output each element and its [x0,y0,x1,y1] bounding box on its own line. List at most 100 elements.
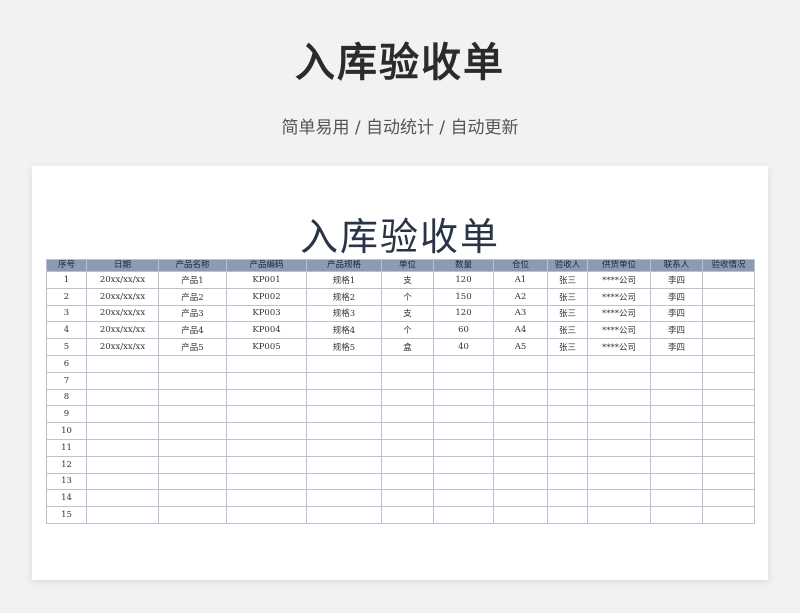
table-cell[interactable]: 40 [433,338,494,356]
table-cell[interactable] [306,489,382,508]
table-cell[interactable]: A2 [493,287,548,306]
table-cell[interactable]: 20xx/xx/xx [86,321,159,340]
table-cell[interactable]: 20xx/xx/xx [86,304,159,323]
table-cell[interactable] [86,422,159,440]
table-cell[interactable] [650,506,703,524]
table-cell[interactable] [306,405,382,424]
table-cell[interactable] [306,354,382,373]
table-cell[interactable]: 张三 [547,304,588,323]
table-cell[interactable] [86,455,159,474]
table-cell[interactable] [433,422,494,440]
table-cell[interactable] [226,371,307,390]
row-index-cell[interactable]: 13 [46,472,87,491]
table-cell[interactable] [702,338,755,356]
table-cell[interactable] [587,371,651,390]
table-cell[interactable]: 李四 [650,271,703,289]
table-cell[interactable]: 张三 [547,338,588,356]
table-cell[interactable] [650,371,703,390]
table-cell[interactable] [493,405,548,424]
table-cell[interactable]: 产品3 [158,304,227,323]
table-cell[interactable] [702,304,755,323]
table-cell[interactable] [381,506,434,524]
table-cell[interactable] [650,388,703,407]
row-index-cell[interactable]: 14 [46,489,87,508]
table-cell[interactable] [493,388,548,407]
row-index-cell[interactable]: 5 [46,338,87,356]
table-cell[interactable] [86,506,159,524]
table-cell[interactable] [158,438,227,457]
table-cell[interactable]: ****公司 [587,304,651,323]
table-cell[interactable]: 规格3 [306,304,382,323]
table-cell[interactable] [381,472,434,491]
table-cell[interactable]: ****公司 [587,338,651,356]
row-index-cell[interactable]: 2 [46,287,87,306]
table-cell[interactable]: 产品5 [158,338,227,356]
table-cell[interactable] [226,388,307,407]
table-cell[interactable] [493,489,548,508]
table-cell[interactable]: 120 [433,271,494,289]
table-cell[interactable] [86,489,159,508]
row-index-cell[interactable]: 9 [46,405,87,424]
table-cell[interactable] [158,354,227,373]
table-cell[interactable] [587,405,651,424]
table-cell[interactable] [587,455,651,474]
table-cell[interactable] [650,354,703,373]
table-cell[interactable] [226,438,307,457]
table-cell[interactable] [381,422,434,440]
table-cell[interactable] [433,371,494,390]
table-cell[interactable] [547,438,588,457]
table-cell[interactable] [306,455,382,474]
table-cell[interactable] [381,438,434,457]
table-cell[interactable]: 张三 [547,287,588,306]
table-cell[interactable] [306,506,382,524]
table-cell[interactable]: KP005 [226,338,307,356]
table-cell[interactable] [158,472,227,491]
table-cell[interactable] [433,405,494,424]
table-cell[interactable] [381,405,434,424]
table-cell[interactable] [650,455,703,474]
table-cell[interactable] [650,489,703,508]
table-cell[interactable] [381,489,434,508]
table-cell[interactable] [493,354,548,373]
table-cell[interactable] [587,472,651,491]
table-cell[interactable] [493,371,548,390]
table-cell[interactable] [547,506,588,524]
table-cell[interactable] [158,489,227,508]
table-cell[interactable] [702,371,755,390]
table-cell[interactable] [86,354,159,373]
table-cell[interactable] [226,354,307,373]
row-index-cell[interactable]: 1 [46,271,87,289]
table-cell[interactable]: 规格2 [306,287,382,306]
table-cell[interactable] [702,321,755,340]
table-cell[interactable] [547,472,588,491]
row-index-cell[interactable]: 8 [46,388,87,407]
table-cell[interactable] [158,405,227,424]
table-cell[interactable]: 产品1 [158,271,227,289]
table-cell[interactable] [158,371,227,390]
table-cell[interactable] [381,388,434,407]
table-cell[interactable]: 盒 [381,338,434,356]
table-cell[interactable]: 规格1 [306,271,382,289]
table-cell[interactable]: 支 [381,304,434,323]
table-cell[interactable] [433,472,494,491]
table-cell[interactable] [547,489,588,508]
table-cell[interactable]: 李四 [650,287,703,306]
table-cell[interactable] [547,405,588,424]
table-cell[interactable] [381,371,434,390]
table-cell[interactable]: A3 [493,304,548,323]
table-cell[interactable] [381,455,434,474]
table-cell[interactable]: 150 [433,287,494,306]
table-cell[interactable]: KP002 [226,287,307,306]
table-cell[interactable] [493,422,548,440]
table-cell[interactable] [433,506,494,524]
row-index-cell[interactable]: 4 [46,321,87,340]
table-cell[interactable] [702,489,755,508]
table-cell[interactable]: 规格4 [306,321,382,340]
table-cell[interactable]: 60 [433,321,494,340]
table-cell[interactable]: ****公司 [587,287,651,306]
table-cell[interactable] [493,438,548,457]
table-cell[interactable] [86,472,159,491]
table-cell[interactable] [158,422,227,440]
table-cell[interactable] [650,472,703,491]
table-cell[interactable] [226,422,307,440]
